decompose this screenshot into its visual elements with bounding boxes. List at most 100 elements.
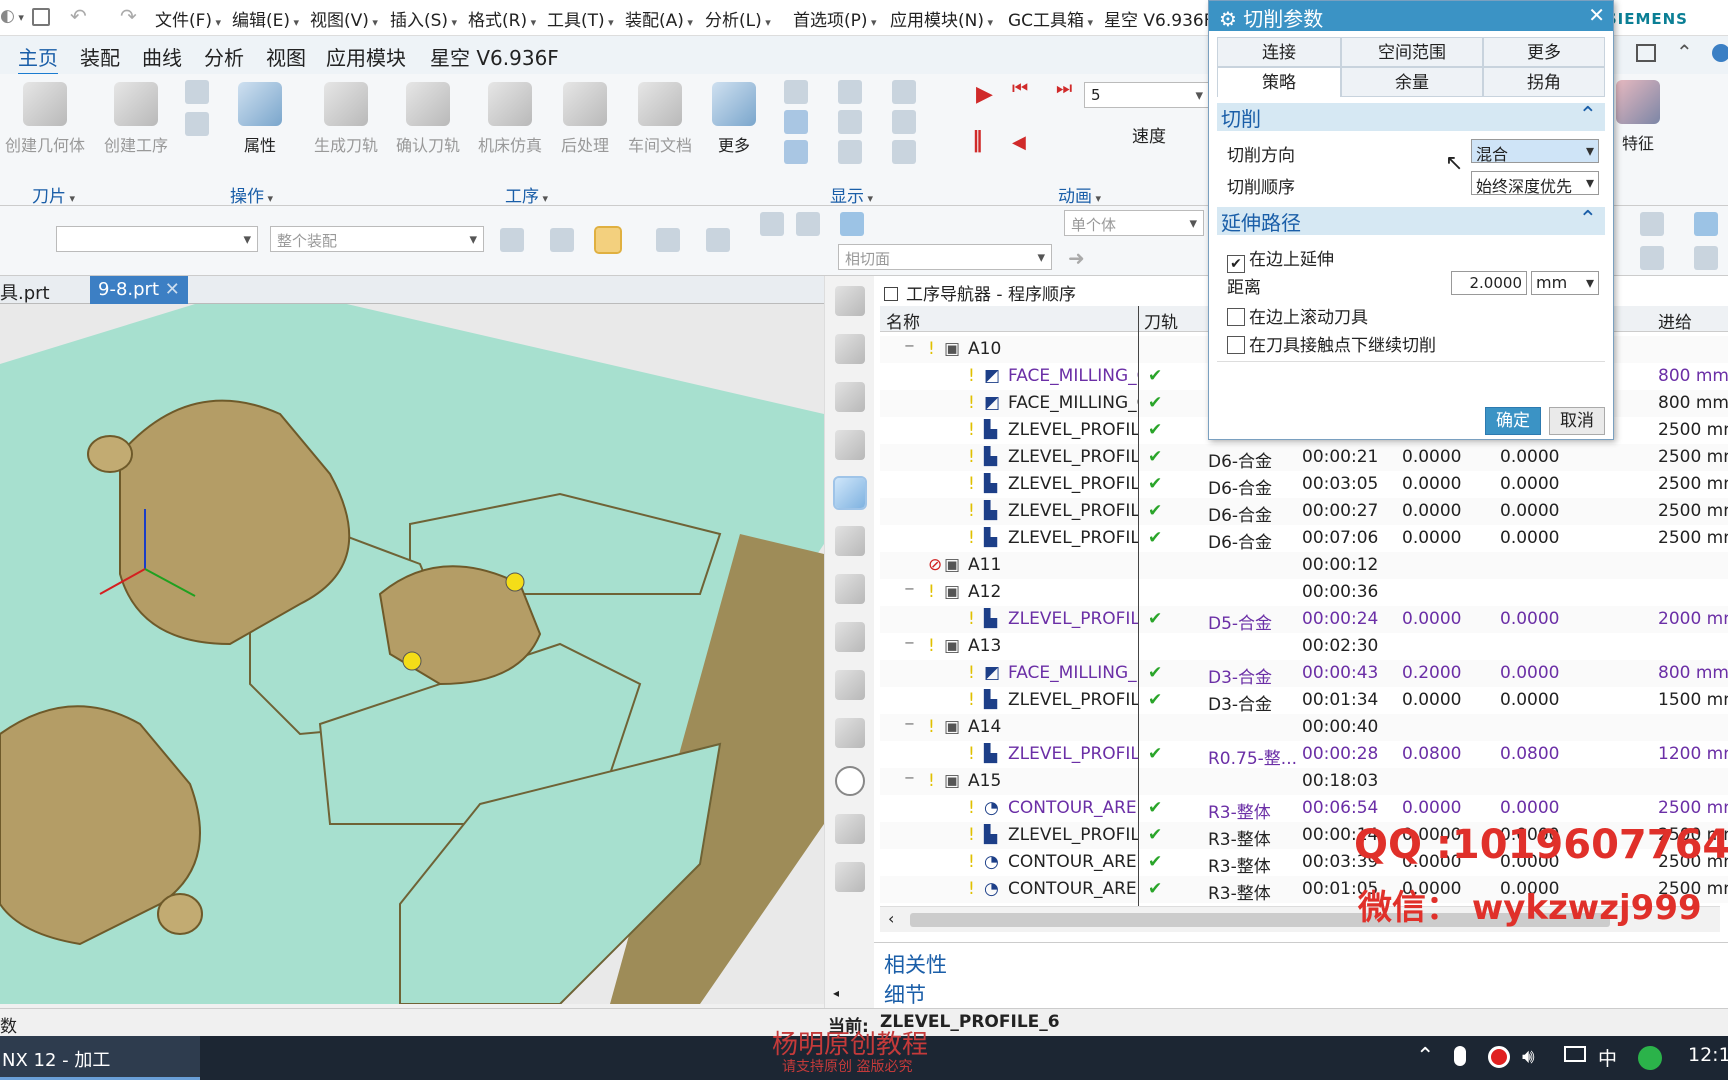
tab-connection[interactable]: 连接 <box>1217 37 1341 67</box>
menu-assembly[interactable]: 装配(A) <box>625 6 693 31</box>
operation-name[interactable]: A11 <box>968 555 1138 575</box>
continue-cut-checkbox[interactable]: 在刀具接触点下继续切削 <box>1227 331 1436 356</box>
operation-name[interactable]: ZLEVEL_PROFILE_2 <box>1008 825 1138 845</box>
table-row[interactable]: ! ◔ CONTOUR_ARE... ✔ R3-整体 00:06:54 0.0000 0.00… <box>880 795 1728 823</box>
cut-direction-select[interactable]: 混合 <box>1471 139 1599 164</box>
step-back-icon[interactable]: ⏮ <box>1012 78 1028 99</box>
tab-corner[interactable]: 拐角 <box>1483 67 1605 97</box>
chevron-up-icon[interactable]: ⌃ <box>1416 1044 1434 1069</box>
operation-name[interactable]: ZLEVEL_PROFILE... <box>1008 690 1138 710</box>
machine-tool-icon[interactable] <box>835 526 865 556</box>
section-combo[interactable]: 相切面 <box>838 244 1052 270</box>
display-tool-icon[interactable] <box>838 80 862 104</box>
menu-view[interactable]: 视图(V) <box>310 6 378 31</box>
menu-application[interactable]: 应用模块(N) <box>890 6 993 31</box>
network-icon[interactable] <box>1564 1046 1586 1062</box>
dependencies-section[interactable]: 相关性 <box>884 949 947 979</box>
table-row[interactable]: −! ▣ A13 00:02:30 <box>880 633 1728 660</box>
table-row[interactable]: ! ▙ ZLEVEL_PROFILE... ✔ D3-合金 00:01:34 0.0000 0… <box>880 687 1728 715</box>
section-extend-path[interactable]: 延伸路径 <box>1217 207 1605 235</box>
app-tray-icon[interactable] <box>1638 1046 1662 1070</box>
speed-input[interactable]: 5 <box>1084 82 1210 108</box>
table-row[interactable]: ! ▙ ZLEVEL_PROFILE... ✔ D6-合金 00:00:27 0.0000 0… <box>880 498 1728 526</box>
reuse-library-icon[interactable] <box>835 430 865 460</box>
microphone-icon[interactable] <box>1454 1046 1466 1066</box>
operation-navigator-icon[interactable] <box>833 476 867 510</box>
extend-on-edge-checkbox[interactable]: ✔ 在边上延伸 <box>1227 245 1334 273</box>
tab-more[interactable]: 更多 <box>1483 37 1605 67</box>
rewind-icon[interactable]: ◀ <box>1012 132 1026 153</box>
arrow-right-icon[interactable]: ➜ <box>1068 246 1085 270</box>
window-restore-icon[interactable] <box>1636 44 1656 62</box>
constraint-nav-icon[interactable] <box>835 382 865 412</box>
menu-tools[interactable]: 工具(T) <box>547 6 614 31</box>
operation-name[interactable]: FACE_MILLING_C... <box>1008 393 1138 413</box>
step-fwd-icon[interactable]: ⏭ <box>1056 78 1072 99</box>
tab-home[interactable]: 主页 <box>18 42 58 76</box>
table-row[interactable]: ⊘ ▣ A11 00:00:12 <box>880 552 1728 579</box>
undo-icon[interactable]: ↶ <box>70 4 87 28</box>
tab-view[interactable]: 视图 <box>266 42 306 71</box>
rotate-icon[interactable] <box>656 228 680 252</box>
system-materials-icon[interactable] <box>835 862 865 892</box>
scroll-left-icon[interactable]: ‹ <box>888 909 894 928</box>
view-tool-icon[interactable] <box>1694 246 1718 270</box>
assembly-nav-icon[interactable] <box>835 286 865 316</box>
collapse-icon[interactable]: ◂ <box>833 986 839 1000</box>
body-combo[interactable]: 单个体 <box>1064 210 1204 236</box>
section-cut[interactable]: 切削 <box>1217 103 1605 131</box>
help-icon[interactable] <box>1712 44 1728 62</box>
operation-name[interactable]: CONTOUR_ARE... <box>1008 852 1138 872</box>
table-row[interactable]: −! ▣ A12 00:00:36 <box>880 579 1728 606</box>
operation-name[interactable]: CONTOUR_ARE... <box>1008 879 1138 899</box>
column-divider[interactable] <box>1138 306 1139 906</box>
table-row[interactable]: ! ▙ ZLEVEL_PROFILE... ✔ D6-合金 00:07:06 0.0000 0… <box>880 525 1728 553</box>
operation-name[interactable]: A15 <box>968 771 1138 791</box>
expand-toggle-icon[interactable]: − <box>904 339 915 354</box>
group-procedure[interactable]: 工序 <box>505 182 548 207</box>
col-feed[interactable]: 进给 <box>1658 308 1692 333</box>
operation-name[interactable]: ZLEVEL_PROFILE... <box>1008 501 1138 521</box>
operation-name[interactable]: FACE_MILLING_1 <box>1008 663 1138 683</box>
palette-icon[interactable] <box>835 814 865 844</box>
volume-icon[interactable]: 🔊︎ <box>1522 1044 1535 1068</box>
close-icon[interactable]: ✕ <box>1588 3 1605 27</box>
box-icon[interactable] <box>796 212 820 236</box>
expand-toggle-icon[interactable]: − <box>904 717 915 732</box>
pause-icon[interactable]: ‖ <box>972 128 983 153</box>
display-tool-icon[interactable] <box>892 110 916 134</box>
shape-icon[interactable] <box>760 212 784 236</box>
checkbox-icon[interactable] <box>884 287 898 301</box>
display-tool-icon[interactable] <box>838 110 862 134</box>
group-display[interactable]: 显示 <box>830 182 873 207</box>
operation-name[interactable]: FACE_MILLING_C... <box>1008 366 1138 386</box>
cut-order-select[interactable]: 始终深度优先 <box>1471 171 1599 195</box>
operation-name[interactable]: ZLEVEL_PROFILE... <box>1008 474 1138 494</box>
table-row[interactable]: ! ▙ ZLEVEL_PROFILE_3 ✔ R0.75-整...00:00:28 0.0… <box>880 741 1728 769</box>
generate-toolpath-button[interactable]: 生成刀轨 <box>306 82 386 156</box>
tab-stock[interactable]: 余量 <box>1341 67 1483 97</box>
history-icon[interactable] <box>835 574 865 604</box>
menu-format[interactable]: 格式(R) <box>468 6 536 31</box>
save-icon[interactable] <box>32 8 50 26</box>
view-cube-icon[interactable] <box>1694 212 1718 236</box>
view-tool-icon[interactable] <box>1640 246 1664 270</box>
distance-input[interactable]: 2.0000 <box>1451 271 1527 295</box>
create-geometry-button[interactable]: 创建几何体 <box>0 82 90 156</box>
filter-point-icon[interactable] <box>594 226 622 254</box>
view-tool-icon[interactable] <box>1640 212 1664 236</box>
app-icon[interactable]: ◐ <box>0 6 30 26</box>
table-row[interactable]: ! ▙ ZLEVEL_PROFILE... ✔ D6-合金 00:03:05 0.0000 0… <box>880 471 1728 499</box>
distance-unit-select[interactable]: mm <box>1531 271 1599 295</box>
tab-assembly[interactable]: 装配 <box>80 42 120 71</box>
tab-curve[interactable]: 曲线 <box>142 42 182 71</box>
snap-icon[interactable] <box>550 228 574 252</box>
operation-name[interactable]: ZLEVEL_PROFILE... <box>1008 609 1138 629</box>
display-tool-icon[interactable] <box>784 110 808 134</box>
table-row[interactable]: ! ▙ ZLEVEL_PROFILE... ✔ D5-合金 00:00:24 0.0000 0… <box>880 606 1728 634</box>
operation-name[interactable]: A13 <box>968 636 1138 656</box>
operation-name[interactable]: A12 <box>968 582 1138 602</box>
display-tool-icon[interactable] <box>784 80 808 104</box>
table-row[interactable]: ! ◩ FACE_MILLING_1 ✔ D3-合金 00:00:43 0.2000 0.00… <box>880 660 1728 688</box>
operation-name[interactable]: ZLEVEL_PROFILE... <box>1008 447 1138 467</box>
